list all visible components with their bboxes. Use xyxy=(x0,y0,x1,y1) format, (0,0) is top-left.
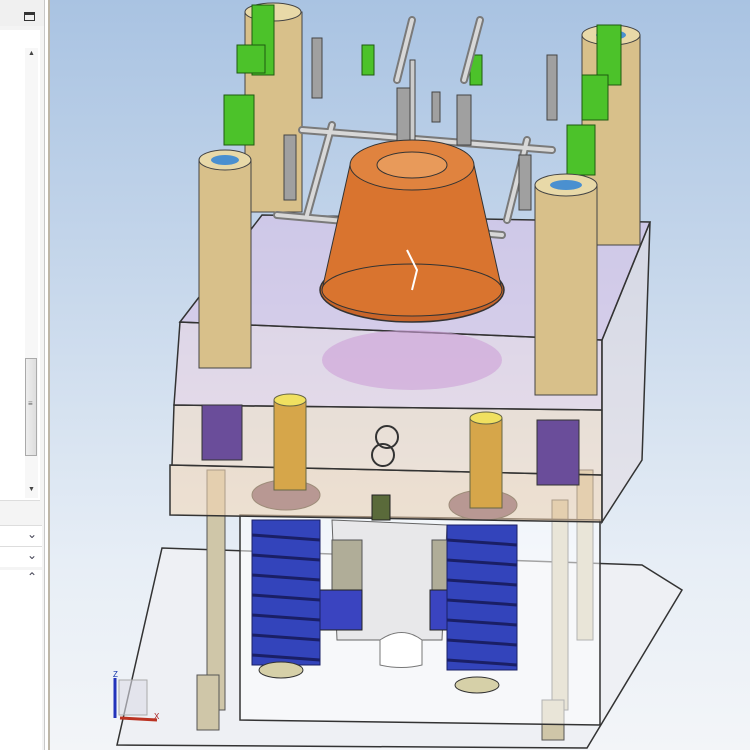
triad-x-label: X xyxy=(154,712,160,721)
feature-tree-panel: ▲ ▼ ⌄ ⌄ ⌃ xyxy=(0,0,45,750)
3d-viewport[interactable]: Z X xyxy=(48,0,750,750)
triad-z-label: Z xyxy=(113,670,118,679)
mold-assembly-model[interactable] xyxy=(50,0,750,750)
tree-scrollbar[interactable]: ▲ ▼ xyxy=(25,48,38,498)
panel-header xyxy=(0,0,44,26)
scroll-up-icon[interactable]: ▲ xyxy=(28,50,35,57)
guide-pillar-front-right xyxy=(534,173,598,396)
chevron-down-icon[interactable]: ⌄ xyxy=(27,527,37,541)
guide-pillar-front-left xyxy=(198,149,252,369)
section-header-1[interactable]: ⌄ xyxy=(0,525,42,546)
section-panel-3: ⌃ xyxy=(0,570,42,750)
molded-part-pot xyxy=(319,139,505,323)
section-header-2[interactable]: ⌄ xyxy=(0,546,42,567)
chevron-up-icon[interactable]: ⌃ xyxy=(27,570,37,584)
chevron-down-icon[interactable]: ⌄ xyxy=(27,548,37,562)
scroll-down-icon[interactable]: ▼ xyxy=(28,486,35,493)
maximize-icon[interactable] xyxy=(24,12,35,21)
scroll-thumb[interactable] xyxy=(25,358,37,456)
